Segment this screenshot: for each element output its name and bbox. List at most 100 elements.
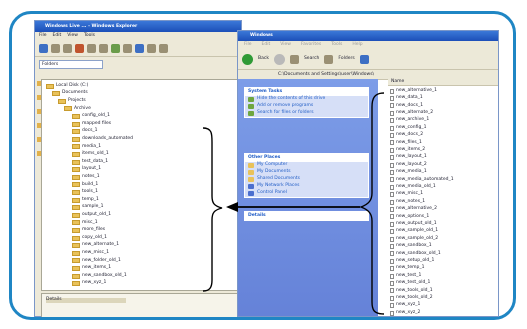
tree-item[interactable]: mapped files [72, 121, 111, 127]
list-item[interactable]: new_docs_2 [390, 132, 423, 138]
tree-item[interactable]: new_alternate_1 [72, 243, 119, 249]
tree-item[interactable]: output_old_1 [72, 212, 111, 218]
list-item[interactable]: new_xyz_2 [390, 310, 420, 316]
tree-item[interactable]: copy_old_1 [72, 235, 107, 241]
back-icon[interactable] [39, 43, 48, 53]
folder-tree[interactable]: Local Disk (C:) Documents Projects Archive c… [41, 79, 239, 291]
list-item[interactable]: new_layout_2 [390, 162, 427, 168]
list-item[interactable]: new_sample_old_1 [390, 229, 438, 235]
list-item[interactable]: new_alternative_2 [390, 206, 437, 212]
tree-item[interactable]: Archive [64, 106, 91, 112]
forward-arrow-icon[interactable] [273, 53, 285, 65]
task-link[interactable]: My Computer [245, 162, 368, 169]
list-item[interactable]: new_media_old_1 [390, 184, 436, 190]
list-item[interactable]: new_xyz_1 [390, 303, 420, 309]
tree-item[interactable]: Projects [58, 98, 86, 104]
folder-icon[interactable] [51, 43, 60, 53]
tree-item[interactable]: notes_1 [72, 174, 100, 180]
tree-item[interactable]: new_xyz_1 [72, 281, 106, 287]
list-item[interactable]: new_tools_old_1 [390, 288, 433, 294]
list-item[interactable]: new_alternate_2 [390, 110, 433, 116]
undo-icon[interactable] [123, 43, 132, 53]
tree-item[interactable]: sample_1 [72, 205, 103, 211]
menu-edit[interactable]: Edit [53, 32, 62, 40]
tree-item[interactable]: new_misc_1 [72, 250, 109, 256]
copy-icon[interactable] [99, 43, 108, 53]
menu-view[interactable]: View [280, 41, 291, 49]
folders-icon[interactable] [324, 54, 334, 64]
tree-item[interactable]: build_1 [72, 182, 98, 188]
menu-file[interactable]: File [244, 41, 252, 49]
tree-item[interactable]: temp_1 [72, 197, 99, 203]
list-item[interactable]: new_tools_old_2 [390, 295, 433, 301]
list-item[interactable]: new_files_1 [390, 140, 422, 146]
task-group-header[interactable]: System Tasks [245, 88, 368, 96]
list-item[interactable]: new_misc_1 [390, 192, 423, 198]
menu-tools[interactable]: Tools [331, 41, 342, 49]
task-link[interactable]: Shared Documents [245, 176, 368, 183]
tree-item[interactable]: downloads_automated [72, 136, 133, 142]
tree-item[interactable]: new_folder_old_1 [72, 258, 121, 264]
list-item[interactable]: new_docs_1 [390, 103, 423, 109]
list-item[interactable]: new_notes_1 [390, 199, 425, 205]
list-item[interactable]: new_layout_1 [390, 155, 427, 161]
back-button[interactable]: Back [258, 56, 269, 62]
task-group-header[interactable]: Details [245, 212, 368, 220]
back-arrow-icon[interactable] [242, 53, 253, 65]
list-item[interactable]: new_archive_1 [390, 118, 429, 124]
tree-item[interactable]: docs_1 [72, 129, 98, 135]
cut-icon[interactable] [87, 43, 96, 53]
task-link[interactable]: Hide the contents of this drive [245, 96, 368, 103]
tree-item[interactable]: layout_1 [72, 167, 101, 173]
list-item[interactable]: new_media_automated_1 [390, 177, 454, 183]
tree-item[interactable]: more_files [72, 227, 105, 233]
tree-item[interactable]: misc_1 [72, 220, 98, 226]
task-link[interactable]: Control Panel [245, 190, 368, 197]
views-icon[interactable] [159, 43, 168, 53]
list-item[interactable]: new_sandbox_1 [390, 243, 432, 249]
list-item[interactable]: new_items_2 [390, 147, 425, 153]
menu-tools[interactable]: Tools [84, 32, 95, 40]
list-item[interactable]: new_data_1 [390, 95, 423, 101]
print-icon[interactable] [75, 43, 84, 53]
column-header-name[interactable]: Name [388, 79, 498, 86]
tree-item[interactable]: tools_1 [72, 189, 98, 195]
list-item[interactable]: new_config_1 [390, 125, 426, 131]
up-folder-icon[interactable] [289, 54, 299, 64]
file-list[interactable]: Name new_alternative_1 new_data_1 new_docs… [388, 79, 498, 316]
tree-item[interactable]: test_data_1 [72, 159, 108, 165]
task-group-header[interactable]: Other Places [245, 154, 368, 162]
menu-view[interactable]: View [67, 32, 78, 40]
tree-item[interactable]: new_sandbox_old_1 [72, 273, 127, 279]
list-item[interactable]: new_media_1 [390, 169, 427, 175]
list-item[interactable]: new_test_1 [390, 273, 421, 279]
list-item[interactable]: new_sample_old_2 [390, 236, 438, 242]
tree-item[interactable]: new_items_1 [72, 265, 111, 271]
menu-file[interactable]: File [39, 32, 47, 40]
search-button[interactable]: Search [304, 56, 319, 62]
tree-item[interactable]: Local Disk (C:) [46, 83, 88, 89]
folders-button[interactable]: Folders [338, 56, 354, 62]
list-item[interactable]: new_alternative_1 [390, 88, 437, 94]
task-link[interactable]: Search for files or folders [245, 110, 368, 117]
tree-item[interactable]: config_old_1 [72, 113, 110, 119]
list-item[interactable]: new_output_old_1 [390, 221, 437, 227]
list-item[interactable]: new_setup_old_1 [390, 258, 434, 264]
task-link[interactable]: Add or remove programs [245, 103, 368, 110]
paste-icon[interactable] [111, 43, 120, 53]
list-item[interactable]: new_sandbox_old_1 [390, 251, 441, 257]
list-item[interactable]: new_temp_1 [390, 266, 424, 272]
redo-icon[interactable] [135, 43, 144, 53]
menu-favorites[interactable]: Favorites [301, 41, 321, 49]
tree-item[interactable]: items_old_1 [72, 151, 109, 157]
tree-item[interactable]: media_1 [72, 144, 101, 150]
task-link[interactable]: My Network Places [245, 183, 368, 190]
menu-edit[interactable]: Edit [262, 41, 271, 49]
task-link[interactable]: My Documents [245, 169, 368, 176]
views-icon[interactable] [359, 54, 369, 64]
menu-help[interactable]: Help [352, 41, 362, 49]
save-icon[interactable] [63, 43, 72, 53]
list-item[interactable]: new_test_old_1 [390, 280, 430, 286]
list-item[interactable]: new_options_1 [390, 214, 429, 220]
search-icon[interactable] [147, 43, 156, 53]
